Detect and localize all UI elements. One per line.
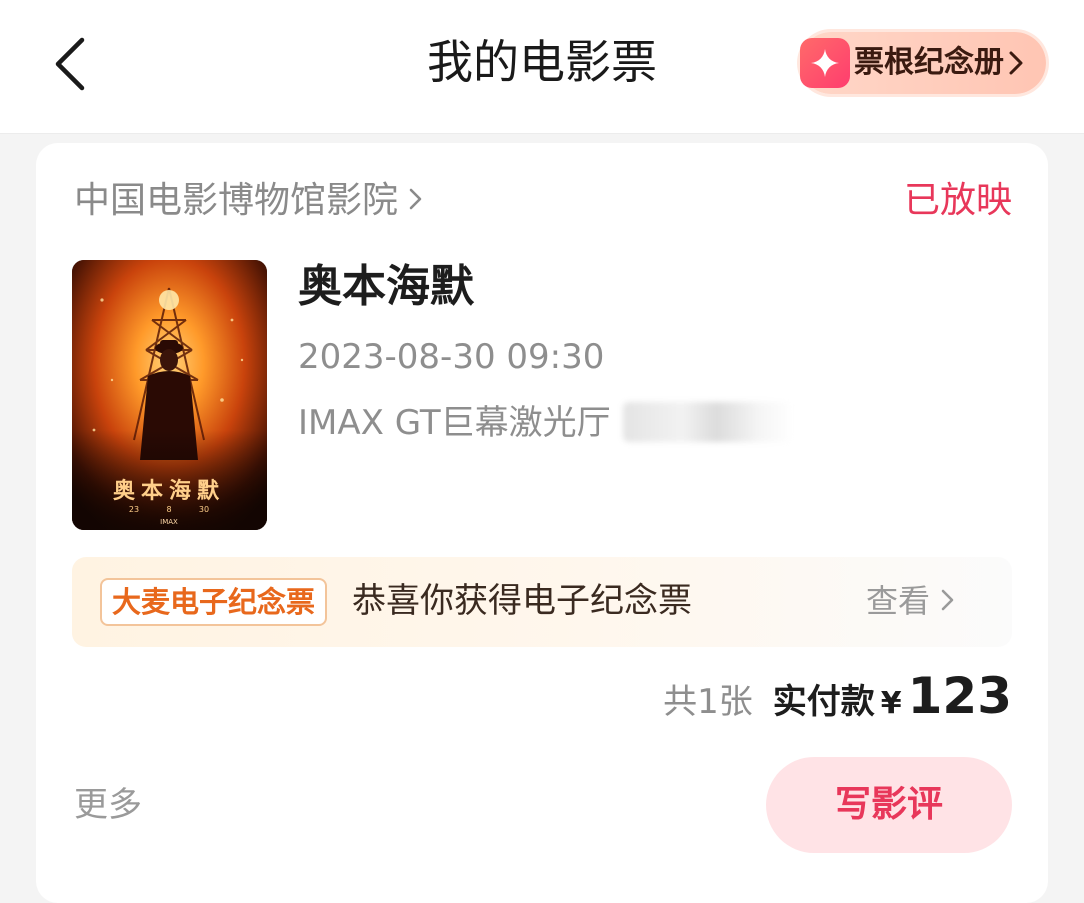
- chevron-right-icon: [941, 589, 954, 611]
- poster-format-text: IMAX: [160, 518, 178, 526]
- paid-label: 实付款: [772, 682, 875, 722]
- souvenir-ticket-banner[interactable]: 大麦电子纪念票 恭喜你获得电子纪念票 查看: [72, 557, 1012, 647]
- ticket-count: 共1张: [663, 682, 753, 722]
- chevron-left-icon: [55, 37, 85, 91]
- ticket-order-card: 中国电影博物馆影院 已放映 奥本海默 23 8 30 IMAX 奥本海默 202…: [36, 143, 1048, 903]
- view-souvenir-link[interactable]: 查看: [866, 578, 956, 624]
- showtime: 2023-08-30 09:30: [298, 337, 605, 377]
- souvenir-ticket-tag: 大麦电子纪念票: [100, 578, 328, 626]
- order-total: 共1张 实付款 ¥123: [663, 667, 1012, 731]
- souvenir-message: 恭喜你获得电子纪念票: [352, 581, 692, 621]
- view-label: 查看: [865, 582, 930, 620]
- hall-name: IMAX GT巨幕激光厅: [298, 403, 611, 443]
- movie-title[interactable]: 奥本海默: [298, 259, 474, 315]
- ticket-stub-album-label: 票根纪念册: [854, 45, 1004, 80]
- back-button[interactable]: [44, 30, 104, 94]
- cinema-name: 中国电影博物馆影院: [74, 180, 399, 221]
- currency-symbol: ¥: [880, 686, 902, 721]
- chevron-right-icon: [409, 188, 422, 210]
- ticket-sparkle-icon: [800, 38, 850, 88]
- poster-image: 奥本海默 23 8 30 IMAX: [72, 260, 267, 530]
- write-review-button[interactable]: 写影评: [766, 757, 1012, 853]
- order-status: 已放映: [903, 180, 1012, 221]
- redacted-seat-info: [622, 401, 793, 442]
- movie-poster[interactable]: 奥本海默 23 8 30 IMAX: [72, 260, 267, 530]
- poster-title-text: 奥本海默: [113, 478, 225, 504]
- hall-info: IMAX GT巨幕激光厅: [298, 401, 793, 445]
- poster-date-day: 23: [129, 505, 139, 514]
- top-bar: 我的电影票 票根纪念册: [0, 0, 1084, 134]
- more-button[interactable]: 更多: [74, 783, 142, 827]
- ticket-stub-album-button[interactable]: 票根纪念册: [800, 32, 1046, 94]
- chevron-right-icon: [1009, 51, 1023, 75]
- poster-date-year: 30: [199, 505, 209, 514]
- cinema-link[interactable]: 中国电影博物馆影院: [74, 179, 424, 223]
- paid-amount: 123: [907, 667, 1012, 725]
- poster-date-month: 8: [166, 505, 171, 514]
